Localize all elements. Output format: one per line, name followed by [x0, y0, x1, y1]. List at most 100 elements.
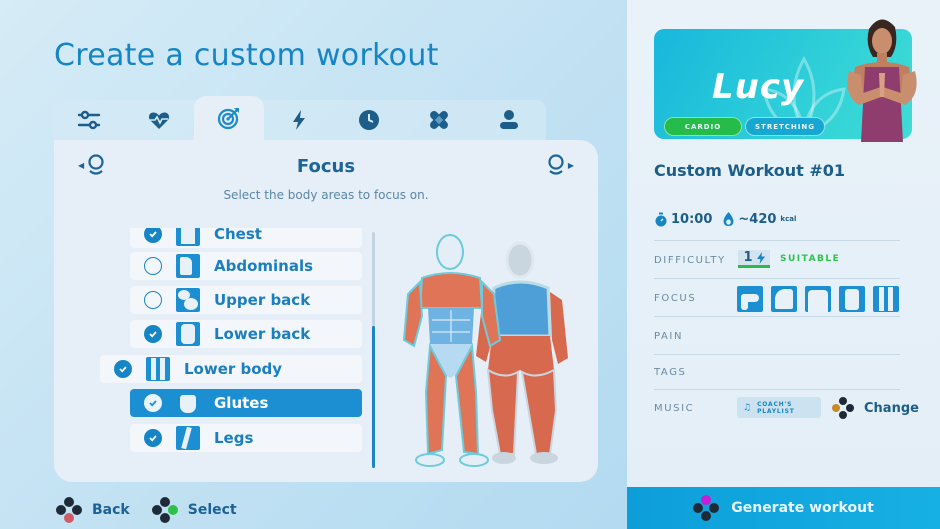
legs-thumbnail-icon — [176, 426, 200, 450]
sliders-icon — [77, 110, 101, 130]
tab-bar — [54, 96, 546, 140]
back-figure — [476, 241, 568, 464]
arms-icon — [737, 286, 763, 312]
select-button[interactable]: Select — [151, 497, 237, 523]
checkbox-checked[interactable] — [144, 325, 162, 343]
next-tab-button[interactable]: ▶ — [547, 154, 574, 176]
list-item-glutes[interactable]: Glutes — [130, 389, 362, 417]
item-label: Chest — [214, 228, 262, 243]
lightning-icon — [293, 110, 305, 130]
back-label: Back — [92, 502, 130, 518]
lower-body-thumbnail-icon — [146, 357, 170, 381]
legs-icon — [873, 286, 899, 312]
stopwatch-icon — [655, 212, 667, 226]
generate-workout-label: Generate workout — [731, 500, 874, 516]
list-item-lower-back[interactable]: Lower back — [130, 320, 362, 348]
flame-icon — [723, 212, 734, 226]
list-item-chest[interactable]: Chest — [130, 228, 362, 248]
glutes-thumbnail-icon — [176, 391, 200, 415]
difficulty-suitability: SUITABLE — [780, 254, 841, 264]
tab-intensity[interactable] — [264, 100, 334, 140]
generate-workout-button[interactable]: Generate workout — [627, 487, 940, 529]
difficulty-value: 1 SUITABLE — [738, 250, 840, 268]
body-muscle-map — [402, 234, 568, 467]
checkbox-unchecked[interactable] — [144, 257, 162, 275]
change-music-button[interactable]: Change — [832, 397, 919, 419]
page-title: Create a custom workout — [54, 38, 439, 73]
list-item-abdominals[interactable]: Abdominals — [130, 252, 362, 280]
upper-back-thumbnail-icon — [176, 288, 200, 312]
duration-stat: 10:00 — [654, 212, 712, 227]
tab-focus[interactable] — [194, 96, 264, 140]
back-button[interactable]: Back — [56, 497, 130, 523]
check-icon — [149, 435, 157, 442]
list-item-lower-body[interactable]: Lower body — [100, 355, 362, 383]
tag-chip-stretching: STRETCHING — [745, 117, 825, 136]
tags-label: TAGS — [654, 367, 687, 378]
target-icon — [217, 108, 239, 130]
coach-card[interactable]: Lucy CARDIO STRETCHING — [654, 19, 917, 142]
divider — [654, 389, 900, 390]
coach-avatar — [847, 19, 917, 142]
checkbox-checked[interactable] — [144, 228, 162, 243]
playlist-name: COACH'S PLAYLIST — [757, 401, 795, 415]
tab-settings[interactable] — [54, 100, 124, 140]
clock-icon — [359, 110, 379, 130]
calories-stat: ~420 kcal — [722, 211, 796, 227]
checkbox-checked[interactable] — [144, 429, 162, 447]
tab-duration[interactable] — [334, 100, 404, 140]
tab-pain[interactable] — [404, 100, 474, 140]
abdominals-thumbnail-icon — [176, 254, 200, 278]
item-label: Upper back — [214, 291, 311, 309]
pain-label: PAIN — [654, 331, 684, 342]
check-icon — [149, 231, 157, 238]
coach-name: Lucy — [712, 67, 805, 107]
check-icon — [149, 331, 157, 338]
lower-back-thumbnail-icon — [176, 322, 200, 346]
workout-summary-panel: Lucy CARDIO STRETCHING Custom Workout #0… — [627, 0, 940, 529]
duration-value: 10:00 — [671, 211, 713, 227]
checkbox-checked[interactable] — [144, 394, 162, 412]
checkbox-unchecked[interactable] — [144, 291, 162, 309]
check-icon — [119, 366, 127, 373]
person-icon — [500, 110, 518, 129]
bandage-icon — [430, 111, 448, 129]
chest-icon — [805, 286, 831, 312]
focus-label: FOCUS — [654, 293, 697, 304]
divider — [654, 240, 900, 241]
music-label: MUSIC — [654, 403, 695, 414]
workout-stats: 10:00 ~420 kcal — [654, 211, 796, 227]
difficulty-level: 1 — [743, 250, 753, 265]
shoulders-icon — [771, 286, 797, 312]
divider — [654, 278, 900, 279]
gamepad-a-icon — [151, 497, 178, 523]
right-bumper-icon — [548, 154, 564, 175]
select-label: Select — [187, 502, 237, 518]
list-scrollbar[interactable] — [372, 232, 375, 468]
playlist-line-1: COACH'S — [757, 400, 793, 408]
list-item-upper-back[interactable]: Upper back — [130, 286, 362, 314]
playlist-line-2: PLAYLIST — [757, 407, 795, 415]
scrollbar-thumb[interactable] — [372, 326, 375, 468]
focus-title: Focus — [296, 156, 356, 177]
gamepad-y-icon — [693, 495, 720, 521]
checkbox-checked[interactable] — [114, 360, 132, 378]
controller-hints: Back Select — [56, 497, 237, 523]
tag-chip-cardio: CARDIO — [664, 117, 742, 136]
list-item-legs[interactable]: Legs — [130, 424, 362, 452]
workout-title: Custom Workout #01 — [654, 161, 845, 180]
focus-subtitle: Select the body areas to focus on. — [223, 188, 429, 202]
change-label: Change — [864, 400, 919, 416]
item-label: Lower back — [214, 325, 311, 343]
gamepad-x-icon — [832, 397, 854, 419]
tab-heart-rate[interactable] — [124, 100, 194, 140]
music-playlist-chip[interactable]: ♫ COACH'S PLAYLIST — [737, 397, 821, 418]
triangle-right-icon: ▶ — [567, 160, 574, 170]
gamepad-b-icon — [56, 497, 82, 523]
difficulty-label: DIFFICULTY — [654, 255, 726, 266]
focus-panel: ◀ Focus Select the body areas to focus o… — [54, 140, 598, 482]
divider — [654, 354, 900, 355]
lightning-icon — [756, 251, 765, 264]
tab-coach[interactable] — [474, 100, 544, 140]
focus-area-icons — [737, 286, 899, 312]
